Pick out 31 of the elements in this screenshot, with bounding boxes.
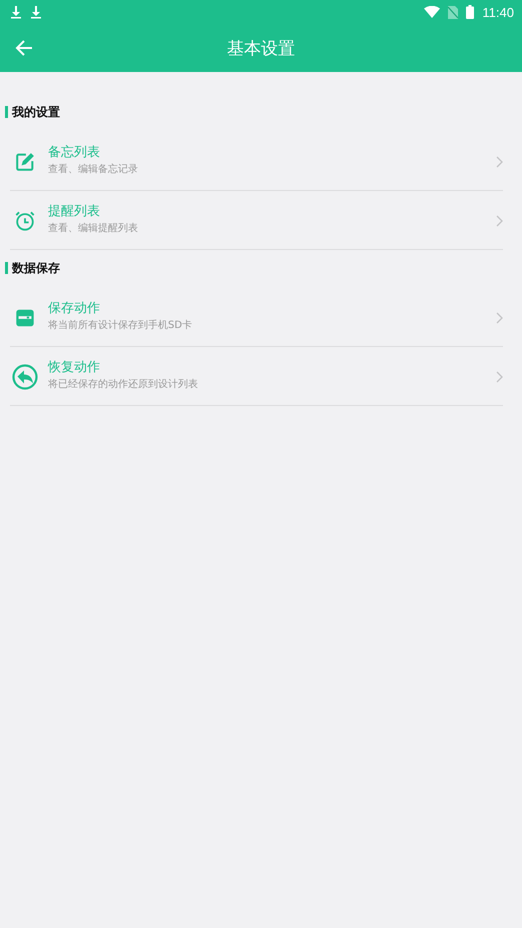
download-icon (10, 5, 22, 19)
item-title: 保存动作 (48, 300, 101, 316)
battery-icon (466, 5, 474, 19)
item-title: 备忘列表 (48, 144, 101, 160)
section-title: 数据保存 (12, 260, 60, 276)
back-icon[interactable] (14, 38, 34, 58)
section-marker (5, 106, 8, 118)
chevron-icon (496, 312, 503, 324)
item-subtitle: 查看、编辑备忘记录 (48, 162, 139, 176)
item-subtitle: 查看、编辑提醒列表 (48, 222, 139, 234)
chevron-icon (496, 156, 503, 168)
alarm-clock-icon (14, 210, 36, 232)
save-icon (14, 307, 36, 329)
item-subtitle: 将已经保存的动作还原到设计列表 (48, 378, 199, 390)
page-title: 基本设置 (227, 38, 295, 60)
settings-item[interactable]: 恢复动作 将已经保存的动作还原到设计列表 (10, 349, 503, 406)
section-marker (5, 262, 8, 274)
settings-item[interactable]: 备忘列表 查看、编辑备忘记录 (10, 134, 503, 191)
section-title: 我的设置 (12, 104, 60, 120)
settings-item[interactable]: 提醒列表 查看、编辑提醒列表 (10, 193, 503, 250)
clock-time: 11:40 (482, 4, 514, 20)
wifi-icon (424, 6, 440, 18)
item-title: 恢复动作 (48, 358, 101, 376)
download-icon (30, 5, 42, 19)
chevron-icon (496, 215, 503, 227)
settings-item[interactable]: 保存动作 将当前所有设计保存到手机SD卡 (10, 290, 503, 347)
edit-icon (14, 151, 36, 173)
chevron-icon (496, 371, 503, 383)
no-sim-icon (448, 6, 458, 18)
item-title: 提醒列表 (48, 202, 101, 220)
item-subtitle: 将当前所有设计保存到手机SD卡 (48, 318, 194, 332)
